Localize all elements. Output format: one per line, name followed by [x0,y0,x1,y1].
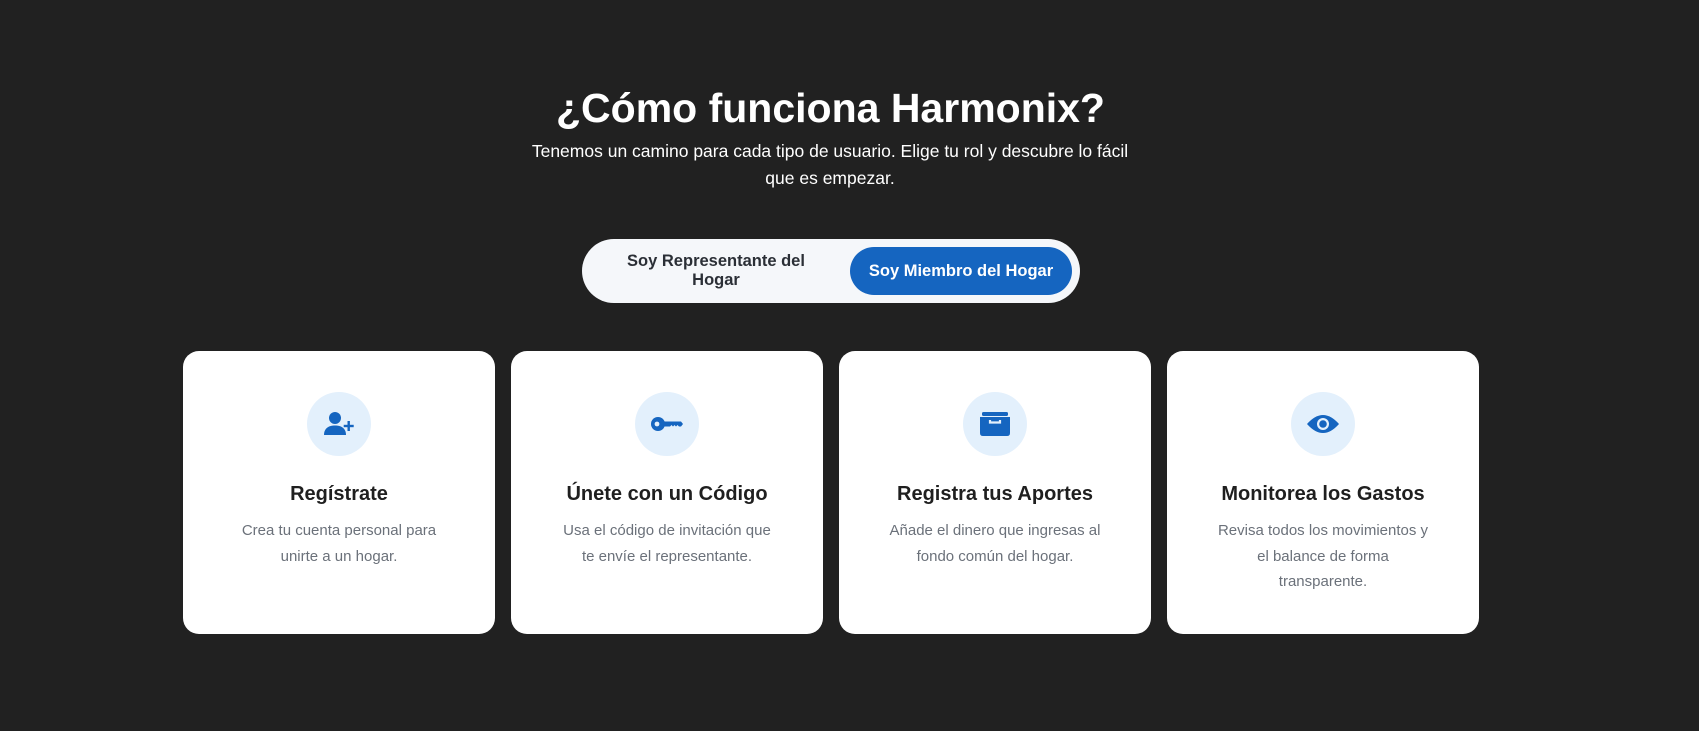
member-role-button[interactable]: Soy Miembro del Hogar [850,247,1072,295]
step-card-contributions: Registra tus Aportes Añade el dinero que… [839,351,1151,634]
section-subtitle: Tenemos un camino para cada tipo de usua… [531,141,1129,188]
step-title: Únete con un Código [566,483,768,505]
step-description: Usa el código de invitación que te envíe… [563,522,771,565]
step-description: Revisa todos los movimientos y el balanc… [1217,522,1429,590]
key-icon [635,392,699,456]
wallet-icon [963,392,1027,456]
how-it-works-section: ¿Cómo funciona Harmonix? Tenemos un cami… [0,0,1699,731]
step-description: Añade el dinero que ingresas al fondo co… [889,522,1101,565]
section-title: ¿Cómo funciona Harmonix? [556,85,1105,131]
step-title: Monitorea los Gastos [1221,483,1425,505]
step-card-monitor: Monitorea los Gastos Revisa todos los mo… [1167,351,1479,634]
role-toggle: Soy Representante del Hogar Soy Miembro … [582,239,1080,303]
eye-icon [1291,392,1355,456]
user-plus-icon [307,392,371,456]
step-card-register: Regístrate Crea tu cuenta personal para … [183,351,495,634]
step-description: Crea tu cuenta personal para unirte a un… [241,522,437,565]
representative-role-button[interactable]: Soy Representante del Hogar [606,247,826,295]
step-card-join-code: Únete con un Código Usa el código de inv… [511,351,823,634]
step-title: Regístrate [290,483,388,505]
step-title: Registra tus Aportes [897,483,1093,505]
